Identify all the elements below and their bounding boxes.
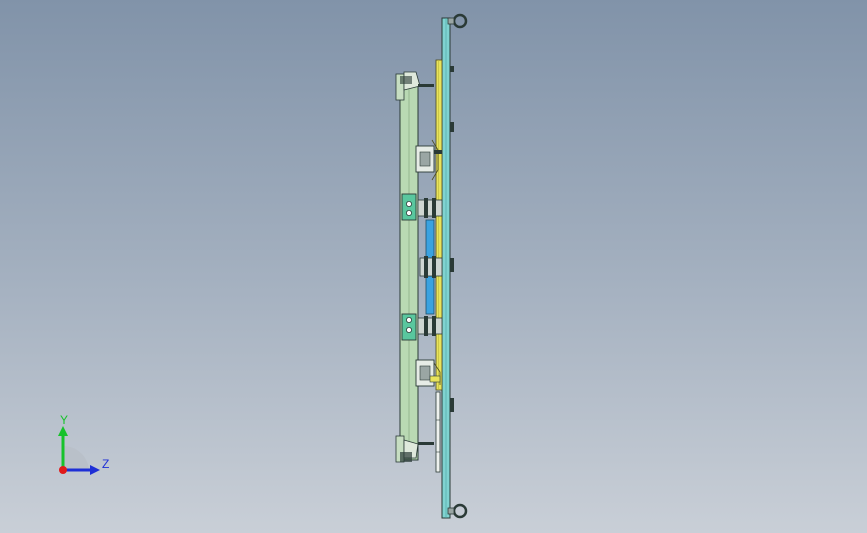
y-axis-label: Y bbox=[60, 413, 69, 427]
bottom-lifting-eye bbox=[447, 503, 468, 519]
coordinate-triad: Y Z bbox=[46, 410, 126, 490]
z-axis-label: Z bbox=[102, 457, 110, 471]
fixture-assembly-side-view bbox=[395, 13, 468, 519]
top-lifting-eye bbox=[447, 13, 468, 29]
cad-graphics-viewport[interactable]: Y Z bbox=[0, 0, 867, 533]
triad-graphic bbox=[58, 426, 100, 475]
teal-base-plate bbox=[441, 17, 454, 519]
locating-pin-rod bbox=[435, 391, 441, 473]
